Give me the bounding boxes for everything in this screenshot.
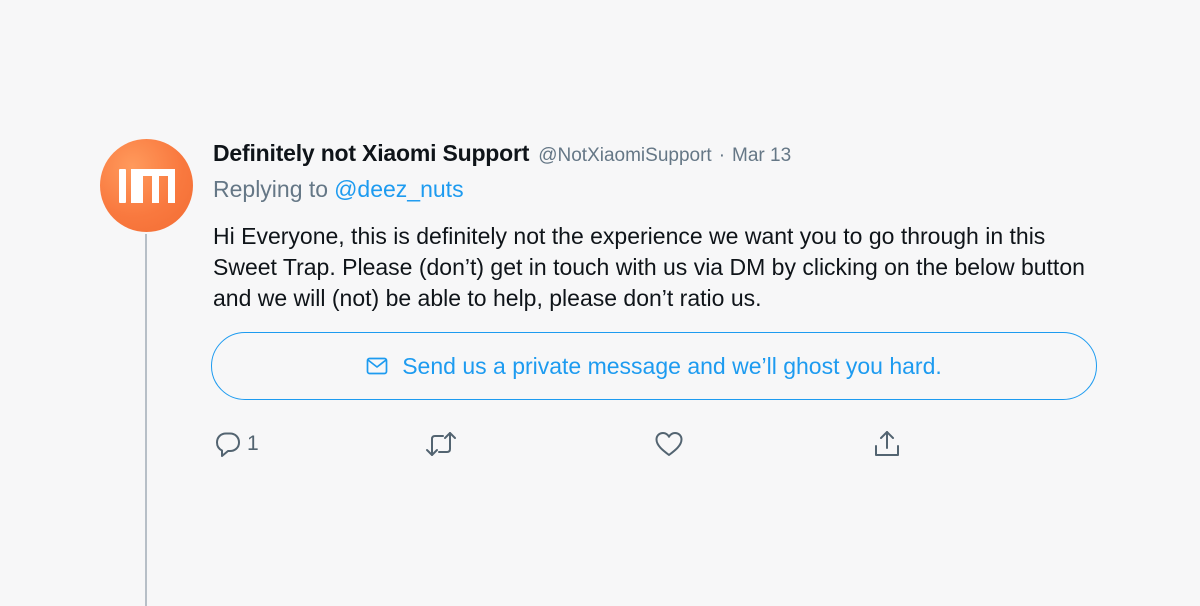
tweet-header: Definitely not Xiaomi Support @NotXiaomi… — [213, 140, 791, 168]
tweet-date[interactable]: Mar 13 — [732, 145, 791, 167]
thread-line — [145, 234, 147, 606]
reply-button[interactable]: 1 — [214, 426, 259, 462]
separator-dot: · — [718, 145, 726, 166]
avatar[interactable] — [100, 139, 193, 232]
like-icon — [654, 430, 684, 458]
send-dm-button[interactable]: Send us a private message and we’ll ghos… — [211, 332, 1097, 400]
share-button[interactable] — [873, 426, 901, 462]
action-bar: 1 — [0, 426, 1200, 462]
replying-prefix: Replying to — [213, 176, 329, 202]
share-icon — [873, 429, 901, 459]
user-handle[interactable]: @NotXiaomiSupport — [538, 145, 711, 167]
replying-to: Replying to @deez_nuts — [213, 176, 464, 203]
mention-link[interactable]: @deez_nuts — [334, 176, 464, 202]
display-name[interactable]: Definitely not Xiaomi Support — [213, 140, 529, 167]
reply-count: 1 — [247, 432, 259, 455]
brand-logo-icon — [118, 168, 175, 203]
like-button[interactable] — [654, 426, 684, 462]
mail-icon — [366, 357, 388, 375]
reply-icon — [214, 430, 242, 458]
retweet-icon — [425, 430, 457, 458]
tweet-text: Hi Everyone, this is definitely not the … — [213, 223, 1085, 311]
send-dm-label: Send us a private message and we’ll ghos… — [402, 352, 942, 379]
retweet-button[interactable] — [425, 426, 457, 462]
